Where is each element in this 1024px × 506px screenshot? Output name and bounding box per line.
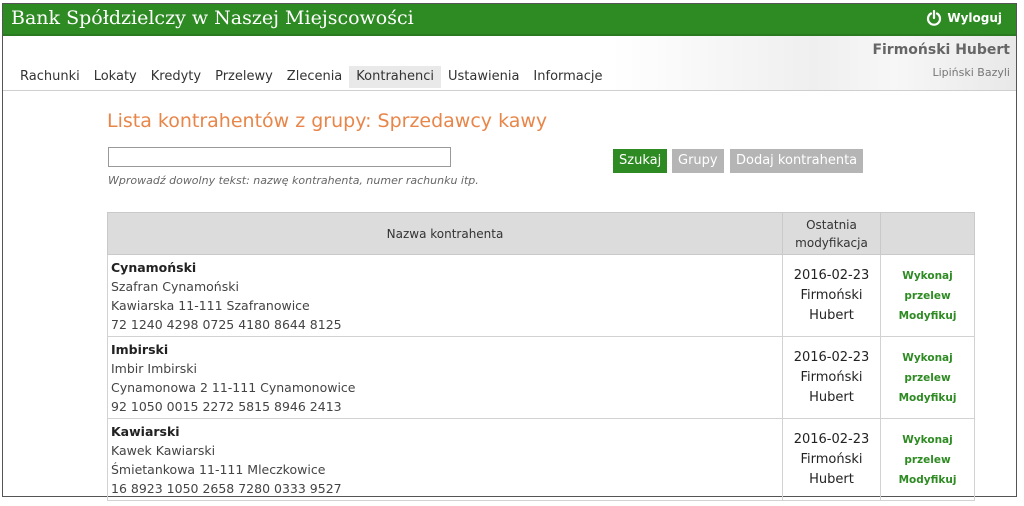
modified-by: Firmoński Hubert	[800, 287, 863, 323]
nav-item-lokaty[interactable]: Lokaty	[87, 66, 144, 88]
modified-date: 2016-02-23	[793, 431, 870, 447]
contractor-cell: Kawiarski Kawek Kawiarski Śmietankowa 11…	[107, 418, 783, 501]
nav-item-ustawienia[interactable]: Ustawienia	[441, 66, 526, 88]
search-input[interactable]	[108, 147, 451, 167]
actions-cell: Wykonaj przelew Modyfikuj	[880, 254, 975, 337]
nav-item-informacje[interactable]: Informacje	[526, 66, 609, 88]
contractor-person: Imbir Imbirski	[111, 361, 198, 376]
modified-cell: 2016-02-23 Firmoński Hubert	[782, 336, 881, 419]
power-icon	[927, 10, 942, 26]
modified-cell: 2016-02-23 Firmoński Hubert	[782, 254, 881, 337]
search-button[interactable]: Szukaj	[613, 149, 668, 173]
contractor-cell: Imbirski Imbir Imbirski Cynamonowa 2 11-…	[107, 336, 783, 419]
add-contractor-button[interactable]: Dodaj kontrahenta	[730, 149, 864, 173]
contractor-cell: Cynamoński Szafran Cynamoński Kawiarska …	[107, 254, 783, 337]
contractor-account: 16 8923 1050 2658 7280 0333 9527	[111, 481, 342, 496]
bank-name: Bank Spółdzielczy w Naszej Miejscowości	[11, 7, 414, 29]
app-frame: Bank Spółdzielczy w Naszej Miejscowości …	[2, 3, 1017, 501]
nav-item-zlecenia[interactable]: Zlecenia	[280, 66, 349, 88]
transfer-link[interactable]: Wykonaj przelew	[882, 348, 973, 388]
modified-by: Firmoński Hubert	[800, 451, 863, 487]
nav-item-rachunki[interactable]: Rachunki	[13, 66, 87, 88]
logout-button[interactable]: Wyloguj	[926, 10, 1002, 26]
nav-item-kredyty[interactable]: Kredyty	[144, 66, 208, 88]
column-header-actions	[880, 212, 975, 255]
modify-link[interactable]: Modyfikuj	[882, 388, 973, 408]
main-nav: Rachunki Lokaty Kredyty Przelewy Zleceni…	[13, 66, 610, 88]
transfer-link[interactable]: Wykonaj przelew	[882, 266, 973, 306]
user-secondary-name: Lipiński Bazyli	[932, 66, 1010, 79]
table-row: Cynamoński Szafran Cynamoński Kawiarska …	[107, 254, 975, 337]
page-title: Lista kontrahentów z grupy: Sprzedawcy k…	[107, 110, 548, 132]
actions-cell: Wykonaj przelew Modyfikuj	[880, 336, 975, 419]
groups-button[interactable]: Grupy	[672, 149, 724, 173]
table-header-row: Nazwa kontrahenta Ostatnia modyfikacja	[107, 212, 975, 255]
modified-by: Firmoński Hubert	[800, 369, 863, 405]
table-row: Kawiarski Kawek Kawiarski Śmietankowa 11…	[107, 418, 975, 501]
contractor-address: Cynamonowa 2 11-111 Cynamonowice	[111, 380, 356, 395]
user-name: Firmoński Hubert	[872, 42, 1010, 58]
top-bar: Bank Spółdzielczy w Naszej Miejscowości …	[3, 4, 1016, 36]
contractor-name: Cynamoński	[111, 260, 197, 275]
nav-band: Rachunki Lokaty Kredyty Przelewy Zleceni…	[3, 36, 1016, 91]
contractor-account: 72 1240 4298 0725 4180 8644 8125	[111, 317, 342, 332]
contractor-address: Kawiarska 11-111 Szafranowice	[111, 298, 310, 313]
logout-label: Wyloguj	[947, 11, 1002, 25]
nav-item-kontrahenci[interactable]: Kontrahenci	[349, 66, 441, 88]
transfer-link[interactable]: Wykonaj przelew	[882, 430, 973, 470]
modify-link[interactable]: Modyfikuj	[882, 306, 973, 326]
column-header-modified: Ostatnia modyfikacja	[782, 212, 881, 255]
contractor-table: Nazwa kontrahenta Ostatnia modyfikacja C…	[107, 212, 975, 501]
nav-item-przelewy[interactable]: Przelewy	[208, 66, 280, 88]
modified-date: 2016-02-23	[793, 267, 870, 283]
modified-cell: 2016-02-23 Firmoński Hubert	[782, 418, 881, 501]
modify-link[interactable]: Modyfikuj	[882, 470, 973, 490]
actions-cell: Wykonaj przelew Modyfikuj	[880, 418, 975, 501]
search-hint: Wprowadź dowolny tekst: nazwę kontrahent…	[108, 174, 479, 187]
column-header-name: Nazwa kontrahenta	[107, 212, 783, 255]
contractor-account: 92 1050 0015 2272 5815 8946 2413	[111, 399, 342, 414]
contractor-address: Śmietankowa 11-111 Mleczkowice	[111, 462, 326, 477]
table-row: Imbirski Imbir Imbirski Cynamonowa 2 11-…	[107, 336, 975, 419]
contractor-person: Kawek Kawiarski	[111, 443, 216, 458]
contractor-name: Imbirski	[111, 342, 169, 357]
contractor-name: Kawiarski	[111, 424, 180, 439]
modified-date: 2016-02-23	[793, 349, 870, 365]
contractor-person: Szafran Cynamoński	[111, 279, 239, 294]
